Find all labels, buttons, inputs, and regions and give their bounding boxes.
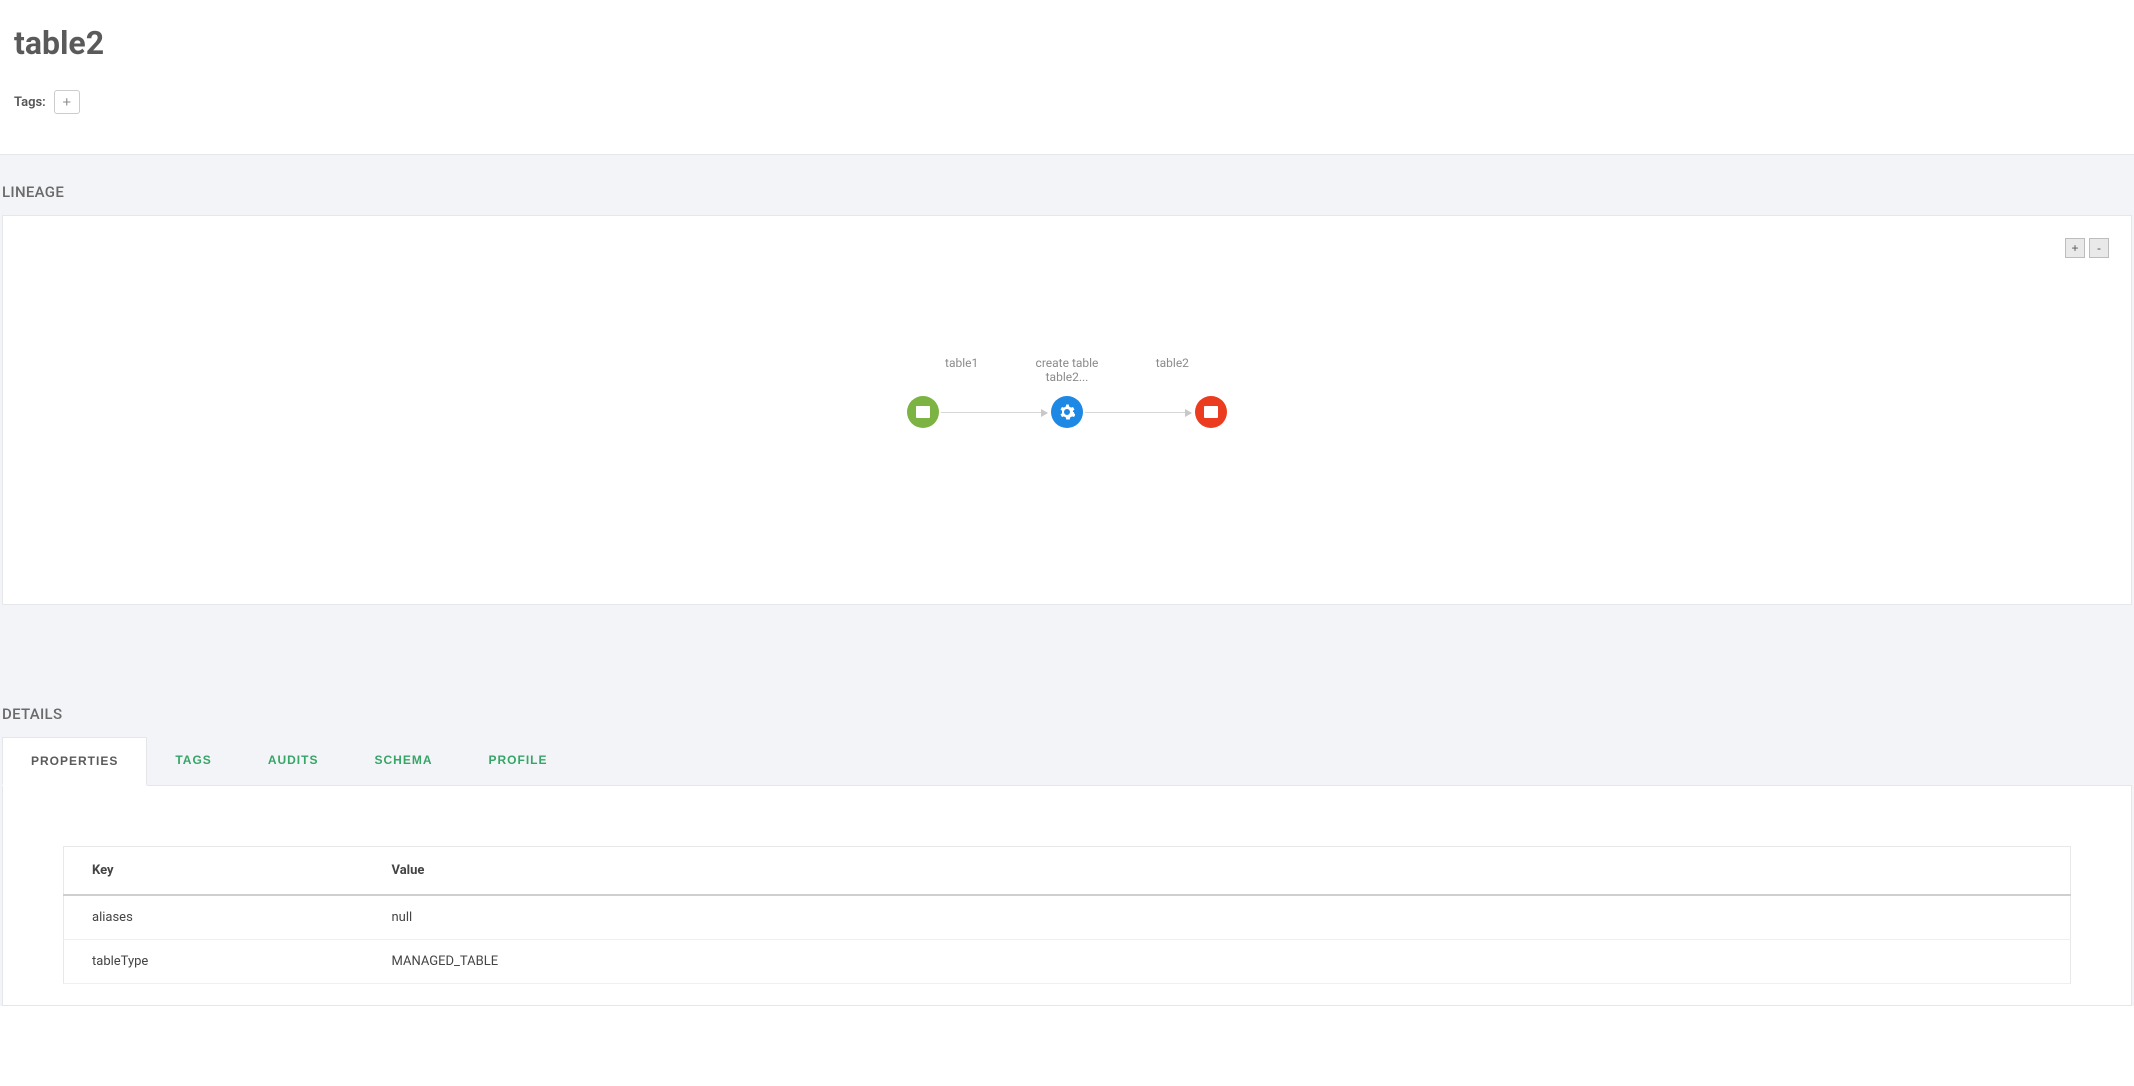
lineage-panel: + - table1 create table table2... table2 xyxy=(2,215,2132,605)
table-icon xyxy=(1203,404,1219,420)
lineage-node-process[interactable] xyxy=(1051,396,1083,428)
arrow-icon xyxy=(1185,409,1192,417)
col-key: Key xyxy=(64,847,364,896)
lineage-node-labels: table1 create table table2... table2 xyxy=(907,356,1227,384)
page-title: table2 xyxy=(14,24,2120,62)
table-icon xyxy=(915,404,931,420)
tabs-bar: PROPERTIES TAGS AUDITS SCHEMA PROFILE xyxy=(2,737,2132,786)
lineage-node-table1[interactable] xyxy=(907,396,939,428)
lineage-node-label: table2 xyxy=(1120,356,1225,384)
lineage-node-label: create table table2... xyxy=(1014,356,1119,384)
table-row: tableType MANAGED_TABLE xyxy=(64,940,2071,984)
lineage-heading: LINEAGE xyxy=(0,155,2134,215)
properties-panel: Key Value aliases null tableType MANAGED… xyxy=(2,786,2132,1006)
tab-tags[interactable]: TAGS xyxy=(147,737,239,785)
lineage-section: LINEAGE + - table1 create table table2..… xyxy=(0,154,2134,1006)
prop-key: aliases xyxy=(64,895,364,940)
details-section: DETAILS PROPERTIES TAGS AUDITS SCHEMA PR… xyxy=(0,605,2134,1006)
zoom-in-button[interactable]: + xyxy=(2065,238,2085,258)
lineage-edge xyxy=(1081,412,1191,413)
zoom-controls: + - xyxy=(2065,238,2109,258)
prop-key: tableType xyxy=(64,940,364,984)
col-value: Value xyxy=(364,847,2071,896)
tab-profile[interactable]: PROFILE xyxy=(461,737,576,785)
properties-table: Key Value aliases null tableType MANAGED… xyxy=(63,846,2071,984)
tab-schema[interactable]: SCHEMA xyxy=(346,737,460,785)
plus-icon: + xyxy=(62,95,71,110)
gear-icon xyxy=(1059,404,1075,420)
tags-row: Tags: + xyxy=(14,90,2120,114)
lineage-graph: table1 create table table2... table2 xyxy=(907,356,1227,430)
tags-label: Tags: xyxy=(14,95,46,110)
tab-properties[interactable]: PROPERTIES xyxy=(2,737,147,786)
arrow-icon xyxy=(1041,409,1048,417)
lineage-node-table2[interactable] xyxy=(1195,396,1227,428)
add-tag-button[interactable]: + xyxy=(54,90,80,114)
prop-value: null xyxy=(364,895,2071,940)
zoom-out-button[interactable]: - xyxy=(2089,238,2109,258)
lineage-node-row xyxy=(907,396,1227,430)
tab-audits[interactable]: AUDITS xyxy=(240,737,347,785)
prop-value: MANAGED_TABLE xyxy=(364,940,2071,984)
details-heading: DETAILS xyxy=(0,677,2134,737)
lineage-node-label: table1 xyxy=(909,356,1014,384)
lineage-edge xyxy=(937,412,1047,413)
table-header-row: Key Value xyxy=(64,847,2071,896)
entity-header: table2 Tags: + xyxy=(0,0,2134,154)
table-row: aliases null xyxy=(64,895,2071,940)
